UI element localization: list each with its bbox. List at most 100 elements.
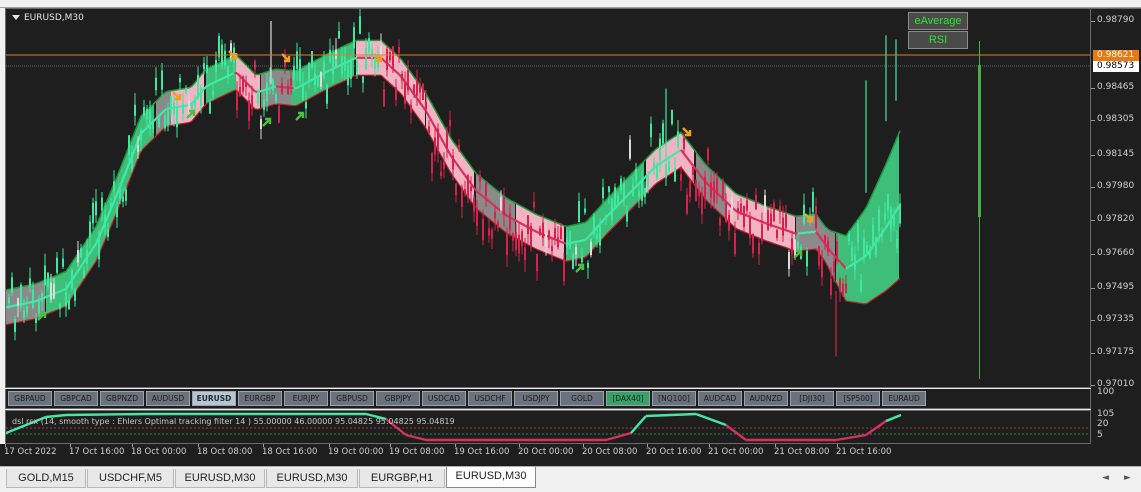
candle-body bbox=[794, 239, 796, 257]
symbol-button-sp500[interactable]: [SP500] bbox=[836, 391, 880, 406]
candle-body bbox=[878, 208, 880, 232]
trend-band-segment bbox=[426, 93, 474, 206]
candle-body bbox=[854, 255, 856, 271]
candle-body bbox=[68, 299, 70, 310]
symbol-button-eurgbp[interactable]: EURGBP bbox=[238, 391, 282, 406]
chart-tab-eurusd-m30[interactable]: EURUSD,M30 bbox=[446, 467, 536, 488]
candle-body bbox=[386, 49, 388, 71]
candle-body bbox=[335, 49, 337, 59]
trend-midline-segment bbox=[560, 240, 565, 245]
chart-tab-eurgbp-h1[interactable]: EURGBP,H1 bbox=[359, 469, 445, 488]
candle-body bbox=[182, 104, 184, 115]
candle-body bbox=[83, 270, 85, 278]
candle-body bbox=[536, 253, 538, 272]
symbol-button-audcad[interactable]: AUDCAD bbox=[698, 391, 742, 406]
candle-body bbox=[650, 123, 652, 138]
symbol-button-usdchf[interactable]: USDCHF bbox=[468, 391, 512, 406]
symbol-button-gbpusd[interactable]: GBPUSD bbox=[330, 391, 374, 406]
price-chart-svg bbox=[6, 9, 1090, 379]
symbol-button-eurjpy[interactable]: EURJPY bbox=[284, 391, 328, 406]
trend-midline-segment bbox=[221, 76, 226, 80]
average-indicator-button[interactable]: eAverage bbox=[908, 12, 968, 30]
dropdown-triangle-icon[interactable] bbox=[12, 15, 20, 20]
candle-body bbox=[506, 233, 508, 256]
candle-body bbox=[542, 222, 544, 239]
price-chart[interactable]: EURUSD,M30 eAverage RSI bbox=[5, 8, 1091, 388]
symbol-button-gbpnzd[interactable]: GBPNZD bbox=[100, 391, 144, 406]
candle-body bbox=[248, 100, 250, 121]
trend-midline-segment bbox=[218, 77, 223, 82]
candle-body bbox=[803, 204, 805, 224]
symbol-button-gold[interactable]: GOLD bbox=[560, 391, 604, 406]
candle-body bbox=[671, 109, 673, 124]
candle-body bbox=[620, 178, 622, 191]
candle-body bbox=[212, 90, 214, 95]
symbol-button-usdcad[interactable]: USDCAD bbox=[422, 391, 466, 406]
candle-body bbox=[524, 247, 526, 261]
candle-body bbox=[371, 49, 373, 59]
price-tick-mark bbox=[1091, 88, 1095, 89]
symbol-button-dji30[interactable]: [DJI30] bbox=[790, 391, 834, 406]
candle-body bbox=[437, 128, 439, 151]
candle-body bbox=[128, 135, 130, 156]
trend-midline-segment bbox=[752, 217, 757, 221]
candle-body bbox=[308, 62, 310, 80]
candle-body bbox=[287, 85, 289, 94]
trend-midline-segment bbox=[533, 229, 538, 234]
candle-body bbox=[194, 100, 196, 107]
candle-body bbox=[329, 49, 331, 62]
chart-tab-eurusd-m30[interactable]: EURUSD,M30 bbox=[266, 469, 358, 488]
price-tick-label: 0.98305 bbox=[1097, 114, 1135, 124]
candle-body bbox=[23, 310, 25, 318]
symbol-button-usdjpy[interactable]: USDJPY bbox=[514, 391, 558, 406]
symbol-button-gbpaud[interactable]: GBPAUD bbox=[8, 391, 52, 406]
symbol-button-euraud[interactable]: EURAUD bbox=[882, 391, 926, 406]
tab-scroll-left-icon[interactable]: ◄ bbox=[1102, 473, 1109, 483]
candle-body bbox=[257, 91, 259, 103]
price-tick-label: 0.97980 bbox=[1097, 181, 1135, 191]
symbol-button-eurusd[interactable]: EURUSD bbox=[192, 391, 236, 406]
symbol-button-gbpcad[interactable]: GBPCAD bbox=[54, 391, 98, 406]
candle-body bbox=[812, 191, 814, 212]
candle-body bbox=[11, 277, 13, 293]
rsx-indicator-window[interactable]: dsl rsx (14, smooth type : Ehlers Optima… bbox=[5, 410, 1091, 444]
candle-body bbox=[611, 198, 613, 220]
candle-body bbox=[263, 99, 265, 110]
candle-body bbox=[176, 107, 178, 128]
candle-body bbox=[752, 233, 754, 254]
candle-body bbox=[245, 82, 247, 88]
candle-body bbox=[734, 233, 736, 254]
price-tick-mark bbox=[1091, 187, 1095, 188]
candle-body bbox=[290, 78, 292, 87]
candle-body bbox=[782, 217, 784, 236]
symbol-button-audusd[interactable]: AUDUSD bbox=[146, 391, 190, 406]
price-tick-mark bbox=[1091, 120, 1095, 121]
candle-body bbox=[500, 196, 502, 211]
candle-body bbox=[17, 298, 19, 306]
rsx-indicator-svg bbox=[6, 412, 1090, 442]
symbol-button-audnzd[interactable]: AUDNZD bbox=[744, 391, 788, 406]
rsx-scale-label: 105 bbox=[1097, 409, 1115, 419]
candle-body bbox=[593, 216, 595, 235]
candle-body bbox=[773, 202, 775, 222]
chart-tab-usdchf-m5[interactable]: USDCHF,M5 bbox=[87, 469, 174, 488]
current-price-tag: 0.98621 bbox=[1093, 50, 1139, 61]
candle-body bbox=[674, 167, 676, 182]
candle-body bbox=[416, 80, 418, 96]
rsi-indicator-button[interactable]: RSI bbox=[908, 31, 968, 49]
tab-scroll-right-icon[interactable]: ► bbox=[1124, 473, 1131, 483]
candle-body bbox=[716, 178, 718, 195]
trend-midline-segment bbox=[11, 304, 16, 308]
candle-body bbox=[692, 166, 694, 176]
price-scale[interactable]: 0.98790 0.98465 0.98305 0.98145 0.97980 0.978… bbox=[1091, 8, 1141, 389]
symbol-button-dax40[interactable]: [DAX40] bbox=[606, 391, 650, 406]
candle-body bbox=[107, 229, 109, 237]
candle-body bbox=[317, 77, 319, 87]
symbol-button-gbpjpy[interactable]: GBPJPY bbox=[376, 391, 420, 406]
chart-tab-gold-m15[interactable]: GOLD,M15 bbox=[6, 469, 86, 488]
chart-tab-eurusd-m30[interactable]: EURUSD,M30 bbox=[175, 469, 265, 488]
symbol-button-nq100[interactable]: [NQ100] bbox=[652, 391, 696, 406]
buy-arrow-icon bbox=[295, 111, 305, 121]
candle-body bbox=[92, 202, 94, 224]
candle-body bbox=[344, 55, 346, 72]
